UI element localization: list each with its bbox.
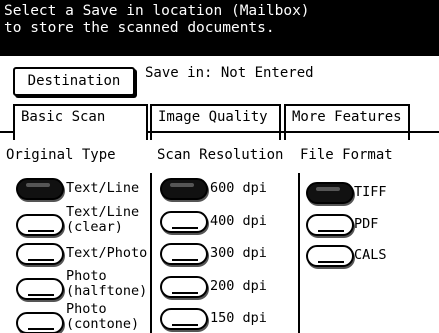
radio-unselected-icon [16,214,64,236]
option-label: Photo (halftone) [66,268,148,299]
instruction-message: Select a Save in location (Mailbox) to s… [0,0,439,56]
column-divider-2 [298,173,300,333]
radio-unselected-icon [306,214,354,236]
option-label: Text/Line [66,180,140,196]
radio-unselected-icon [160,276,208,298]
column-divider-1 [150,173,152,333]
option-label: Photo (contone) [66,301,140,332]
option-label: 300 dpi [210,245,267,261]
option-label: CALS [354,247,387,263]
radio-selected-icon [160,178,208,200]
destination-row: Destination Save in: Not Entered [0,56,439,99]
tab-basic-scan[interactable]: Basic Scan [13,104,148,140]
option-label: 400 dpi [210,213,267,229]
option-label: TIFF [354,184,387,200]
radio-unselected-icon [160,308,208,330]
option-label: PDF [354,216,379,232]
radio-unselected-icon [306,245,354,267]
option-label: Text/Line (clear) [66,204,140,235]
basic-scan-panel: Original Type Scan Resolution File Forma… [0,133,439,333]
radio-selected-icon [306,182,354,204]
option-label: Text/Photo [66,245,148,261]
option-label: 150 dpi [210,310,267,326]
radio-unselected-icon [160,243,208,265]
radio-unselected-icon [16,243,64,265]
destination-button[interactable]: Destination [13,67,135,96]
radio-selected-icon [16,178,64,200]
radio-unselected-icon [160,211,208,233]
scan-resolution-header: Scan Resolution [157,147,284,163]
radio-unselected-icon [16,278,64,300]
option-label: 200 dpi [210,278,267,294]
file-format-header: File Format [300,147,393,163]
save-in-status: Save in: Not Entered [145,65,314,81]
original-type-header: Original Type [6,147,116,163]
radio-unselected-icon [16,312,64,333]
option-label: 600 dpi [210,180,267,196]
